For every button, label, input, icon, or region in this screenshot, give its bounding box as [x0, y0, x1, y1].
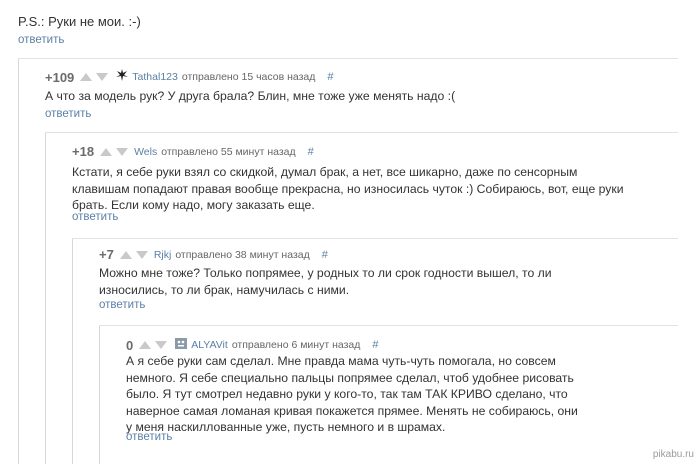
- comment-permalink[interactable]: #: [308, 146, 314, 158]
- comment-username[interactable]: ALYAVit: [191, 339, 228, 351]
- comment-score: +109: [45, 69, 75, 85]
- comment-line: было. Я тут смотрел недавно руки у кого-…: [126, 387, 568, 401]
- thread-divider: [99, 325, 678, 326]
- comment-header: +18 Wels отправлено 55 минут назад #: [72, 144, 314, 159]
- thread-line: [45, 132, 46, 464]
- comment-line: Можно мне тоже? Только попрямее, у родны…: [99, 266, 552, 280]
- comment-timestamp: отправлено 38 минут назад: [175, 248, 310, 261]
- black-cross-avatar-icon: [116, 68, 129, 86]
- comment-permalink[interactable]: #: [322, 249, 328, 261]
- comment-score: +7: [99, 247, 114, 262]
- comment-score: +18: [72, 144, 95, 159]
- grey-face-avatar-icon: [175, 336, 188, 354]
- downvote-arrow-icon[interactable]: [155, 341, 168, 349]
- comment-timestamp: отправлено 15 часов назад: [181, 71, 316, 83]
- thread-divider: [45, 132, 678, 133]
- comment-line: Кстати, я себе руки взял со скидкой, дум…: [72, 165, 578, 179]
- comment-text: Можно мне тоже? Только попрямее, у родны…: [99, 265, 678, 298]
- reply-link[interactable]: ответить: [72, 211, 118, 223]
- reply-link[interactable]: ответить: [45, 108, 91, 120]
- downvote-arrow-icon[interactable]: [135, 250, 148, 259]
- thread-divider: [72, 238, 678, 239]
- reply-link[interactable]: ответить: [99, 299, 145, 311]
- comment-line: клавишам попадают правая вообще прекрасн…: [72, 181, 624, 196]
- comment-header: +109 Tathal123 отправлено 15 часов назад…: [45, 68, 334, 86]
- comment-permalink[interactable]: #: [327, 71, 333, 83]
- comment-line: у меня наскиллованные уже, пусть немного…: [126, 420, 446, 434]
- comment-header: +7 Rjkj отправлено 38 минут назад #: [99, 247, 328, 262]
- comment-username[interactable]: Wels: [134, 146, 157, 158]
- comment-username[interactable]: Tathal123: [132, 71, 178, 83]
- upvote-arrow-icon[interactable]: [119, 250, 132, 259]
- thread-line: [99, 325, 100, 464]
- reply-link[interactable]: ответить: [18, 34, 64, 46]
- comment-permalink[interactable]: #: [372, 339, 378, 351]
- comment-text: А я себе руки сам сделал. Мне правда мам…: [126, 353, 678, 436]
- thread-line: [72, 238, 73, 464]
- comment-text: А что за модель рук? У друга брала? Блин…: [45, 88, 675, 105]
- comment-line: немного. Я себе специально пальцы попрям…: [126, 370, 574, 385]
- comment-text-ps: P.S.: Руки не мои. :-): [18, 14, 141, 29]
- comment-text: Кстати, я себе руки взял со скидкой, дум…: [72, 164, 678, 214]
- upvote-arrow-icon[interactable]: [100, 147, 113, 156]
- comment-line: наверное самая ломаная кривая покажется …: [126, 403, 578, 418]
- downvote-arrow-icon[interactable]: [96, 73, 109, 81]
- comment-header: 0 ALYAVit отправлено 6 минут назад #: [126, 336, 379, 354]
- downvote-arrow-icon[interactable]: [116, 147, 129, 156]
- comment-timestamp: отправлено 55 минут назад: [161, 145, 296, 158]
- comment-line: А я себе руки сам сделал. Мне правда мам…: [126, 354, 556, 368]
- comment-line: А что за модель рук? У друга брала? Блин…: [45, 89, 456, 103]
- comment-line: износились, то ли брак, намучилась с ним…: [99, 282, 350, 297]
- comment-username[interactable]: Rjkj: [154, 249, 172, 261]
- thread-line: [18, 58, 19, 464]
- comment-line: брать. Если кому надо, могу заказать еще…: [72, 198, 315, 212]
- watermark: pikabu.ru: [652, 449, 694, 460]
- comment-score: 0: [126, 337, 134, 353]
- comment-timestamp: отправлено 6 минут назад: [231, 339, 361, 351]
- reply-link[interactable]: ответить: [126, 431, 172, 443]
- upvote-arrow-icon[interactable]: [139, 341, 152, 349]
- upvote-arrow-icon[interactable]: [80, 73, 93, 81]
- thread-divider: [18, 58, 678, 59]
